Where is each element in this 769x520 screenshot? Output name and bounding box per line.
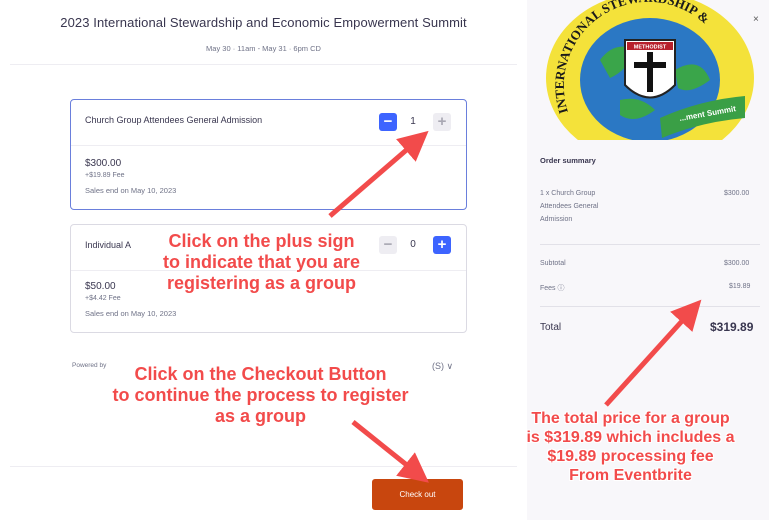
quantity-plus-button[interactable]: +	[433, 113, 451, 131]
callout-total-line: $19.89 processing fee	[547, 447, 714, 465]
callout-total-line: The total price for a group	[531, 410, 730, 427]
ticket-header: Church Group Attendees General Admission…	[71, 100, 466, 146]
ticket-fee: +$19.89 Fee	[85, 172, 125, 179]
summary-divider	[540, 244, 760, 245]
callout-checkout-line: Click on the Checkout Button	[134, 364, 387, 384]
quantity-value: 0	[410, 239, 416, 250]
summit-logo: INTERNATIONAL STEWARDSHIP & METHODIST ..…	[540, 0, 760, 140]
order-summary-title: Order summary	[540, 156, 596, 165]
quantity-minus-button[interactable]: −	[379, 113, 397, 131]
quantity-value: 1	[410, 116, 416, 127]
quantity-minus-button[interactable]: −	[379, 236, 397, 254]
fees-label: Fees ⓘ	[540, 285, 565, 292]
footer-divider	[10, 466, 517, 467]
total-value: $319.89	[710, 320, 754, 334]
callout-total-line: From Eventbrite	[569, 466, 692, 484]
ticket-fee: +$4.42 Fee	[85, 295, 121, 302]
checkout-button[interactable]: Check out	[372, 479, 463, 510]
total-label: Total	[540, 322, 562, 333]
ticket-name: Individual A	[85, 240, 132, 250]
ticket-price: $50.00	[85, 281, 116, 292]
callout-checkout-line: as a group	[214, 406, 307, 427]
callout-plus-line: registering as a group	[166, 273, 357, 294]
ticket-card-church-group[interactable]: Church Group Attendees General Admission…	[70, 99, 467, 210]
callout-plus-sign: Click on the plus sign to indicate that …	[149, 231, 374, 295]
callout-plus-line: Click on the plus sign	[168, 231, 355, 251]
callout-total-line: is $319.89 which includes a	[526, 428, 735, 446]
logo-shield-text: METHODIST	[634, 45, 667, 51]
summary-line-item-2: Attendees General	[540, 203, 599, 210]
summary-line-item-1: 1 x Church Group	[540, 190, 596, 197]
ticket-price: $300.00	[85, 158, 122, 169]
ticket-sales-end: Sales end on May 10, 2023	[85, 309, 177, 318]
callout-checkout-line: to continue the process to register	[112, 385, 409, 406]
currency-selector[interactable]: (S) ∨	[432, 361, 453, 372]
summary-line-item-price: $300.00	[724, 190, 750, 197]
quantity-plus-button[interactable]: +	[433, 236, 451, 254]
header-divider	[10, 64, 517, 65]
callout-plus-line: to indicate that you are	[162, 252, 361, 273]
subtotal-value: $300.00	[724, 260, 750, 267]
ticket-name: Church Group Attendees General Admission	[85, 115, 263, 125]
callout-checkout: Click on the Checkout Button to continue…	[93, 364, 428, 428]
summary-divider	[540, 306, 760, 307]
callout-total-price: The total price for a group is $319.89 w…	[498, 410, 763, 486]
event-title: 2023 International Stewardship and Econo…	[60, 15, 467, 30]
event-dates: May 30 · 11am - May 31 · 6pm CD	[206, 44, 321, 53]
fees-value: $19.89	[729, 283, 751, 290]
subtotal-label: Subtotal	[540, 260, 566, 267]
summary-line-item-3: Admission	[540, 216, 573, 223]
ticket-sales-end: Sales end on May 10, 2023	[85, 186, 177, 195]
